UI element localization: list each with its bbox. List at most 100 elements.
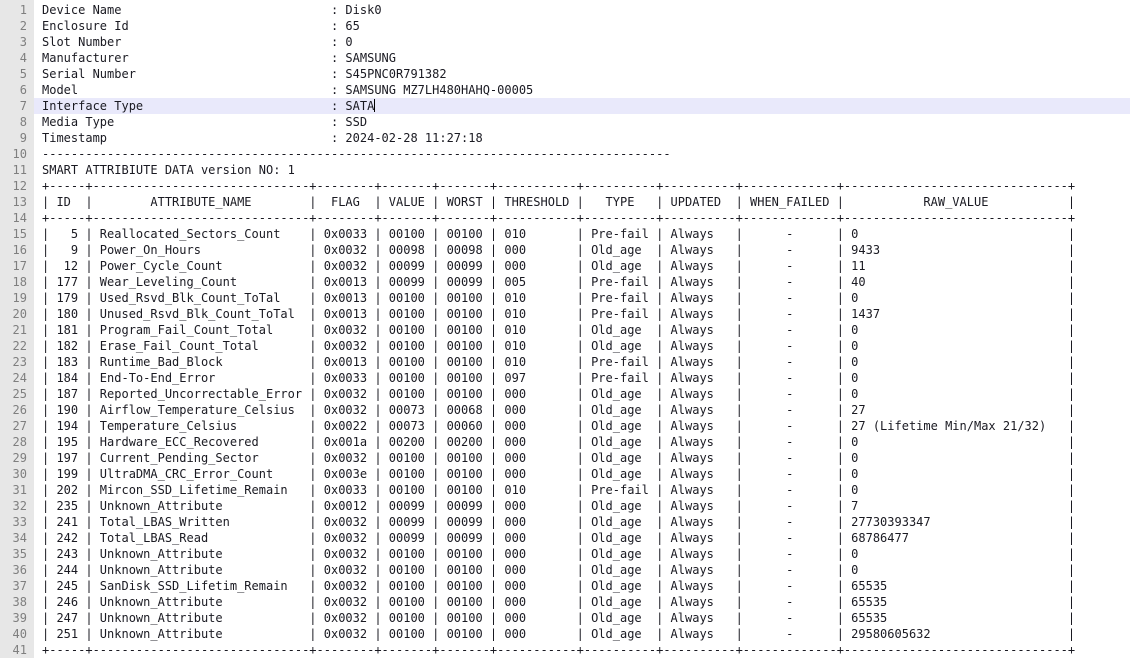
line-text[interactable]: Device Name : Disk0 [34,2,1130,18]
line-number[interactable]: 40 [0,626,34,642]
line-text[interactable]: ----------------------------------------… [34,146,1130,162]
line-number[interactable]: 26 [0,402,34,418]
line-text[interactable]: | 247 | Unknown_Attribute | 0x0032 | 001… [34,610,1130,626]
line-number[interactable]: 2 [0,18,34,34]
line-text[interactable]: +-----+------------------------------+--… [34,210,1130,226]
line-number[interactable]: 12 [0,178,34,194]
line-number[interactable]: 30 [0,466,34,482]
editor-line-30[interactable]: 30| 199 | UltraDMA_CRC_Error_Count | 0x0… [0,466,1130,482]
line-number[interactable]: 35 [0,546,34,562]
line-text[interactable]: | 244 | Unknown_Attribute | 0x0032 | 001… [34,562,1130,578]
line-number[interactable]: 36 [0,562,34,578]
editor-line-41[interactable]: 41+-----+------------------------------+… [0,642,1130,658]
editor-line-8[interactable]: 8Media Type : SSD [0,114,1130,130]
editor-line-10[interactable]: 10--------------------------------------… [0,146,1130,162]
line-number[interactable]: 37 [0,578,34,594]
line-number[interactable]: 13 [0,194,34,210]
editor-line-21[interactable]: 21| 181 | Program_Fail_Count_Total | 0x0… [0,322,1130,338]
line-text[interactable]: Slot Number : 0 [34,34,1130,50]
editor-line-20[interactable]: 20| 180 | Unused_Rsvd_Blk_Count_ToTal | … [0,306,1130,322]
line-text[interactable]: | 179 | Used_Rsvd_Blk_Count_ToTal | 0x00… [34,290,1130,306]
line-text[interactable]: | 12 | Power_Cycle_Count | 0x0032 | 0009… [34,258,1130,274]
editor-line-28[interactable]: 28| 195 | Hardware_ECC_Recovered | 0x001… [0,434,1130,450]
editor-line-5[interactable]: 5Serial Number : S45PNC0R791382 [0,66,1130,82]
line-number[interactable]: 38 [0,594,34,610]
line-text[interactable]: | 9 | Power_On_Hours | 0x0032 | 00098 | … [34,242,1130,258]
line-number[interactable]: 23 [0,354,34,370]
current-line-text[interactable]: Interface Type : SATA [34,98,1130,114]
editor-line-12[interactable]: 12+-----+------------------------------+… [0,178,1130,194]
line-number[interactable]: 25 [0,386,34,402]
editor-line-33[interactable]: 33| 241 | Total_LBAS_Written | 0x0032 | … [0,514,1130,530]
line-text[interactable]: Enclosure Id : 65 [34,18,1130,34]
editor-line-4[interactable]: 4Manufacturer : SAMSUNG [0,50,1130,66]
line-number[interactable]: 39 [0,610,34,626]
line-number[interactable]: 22 [0,338,34,354]
editor-line-11[interactable]: 11SMART ATTRIBIUTE DATA version NO: 1 [0,162,1130,178]
line-number[interactable]: 33 [0,514,34,530]
line-text[interactable]: Serial Number : S45PNC0R791382 [34,66,1130,82]
editor-line-3[interactable]: 3Slot Number : 0 [0,34,1130,50]
line-number[interactable]: 29 [0,450,34,466]
line-number[interactable]: 14 [0,210,34,226]
line-number[interactable]: 20 [0,306,34,322]
line-text[interactable]: | 246 | Unknown_Attribute | 0x0032 | 001… [34,594,1130,610]
editor-line-13[interactable]: 13| ID | ATTRIBUTE_NAME | FLAG | VALUE |… [0,194,1130,210]
line-text[interactable]: | 190 | Airflow_Temperature_Celsius | 0x… [34,402,1130,418]
line-text[interactable]: | 180 | Unused_Rsvd_Blk_Count_ToTal | 0x… [34,306,1130,322]
line-number[interactable]: 3 [0,34,34,50]
line-text[interactable]: | 183 | Runtime_Bad_Block | 0x0013 | 001… [34,354,1130,370]
editor-line-38[interactable]: 38| 246 | Unknown_Attribute | 0x0032 | 0… [0,594,1130,610]
line-text[interactable]: | 243 | Unknown_Attribute | 0x0032 | 001… [34,546,1130,562]
line-text[interactable]: | 181 | Program_Fail_Count_Total | 0x003… [34,322,1130,338]
editor-line-35[interactable]: 35| 243 | Unknown_Attribute | 0x0032 | 0… [0,546,1130,562]
line-text[interactable]: +-----+------------------------------+--… [34,178,1130,194]
line-text[interactable]: Model : SAMSUNG MZ7LH480HAHQ-00005 [34,82,1130,98]
editor-line-16[interactable]: 16| 9 | Power_On_Hours | 0x0032 | 00098 … [0,242,1130,258]
line-text[interactable]: | 194 | Temperature_Celsius | 0x0022 | 0… [34,418,1130,434]
line-number[interactable]: 15 [0,226,34,242]
line-number[interactable]: 19 [0,290,34,306]
line-text[interactable]: | 195 | Hardware_ECC_Recovered | 0x001a … [34,434,1130,450]
line-number[interactable]: 18 [0,274,34,290]
line-number[interactable]: 21 [0,322,34,338]
line-number[interactable]: 31 [0,482,34,498]
editor-line-31[interactable]: 31| 202 | Mircon_SSD_Lifetime_Remain | 0… [0,482,1130,498]
line-text[interactable]: | 177 | Wear_Leveling_Count | 0x0013 | 0… [34,274,1130,290]
editor-line-34[interactable]: 34| 242 | Total_LBAS_Read | 0x0032 | 000… [0,530,1130,546]
line-number[interactable]: 5 [0,66,34,82]
line-number[interactable]: 28 [0,434,34,450]
line-number[interactable]: 10 [0,146,34,162]
editor-line-7[interactable]: 7Interface Type : SATA [0,98,1130,114]
line-number[interactable]: 7 [0,98,34,114]
editor-line-2[interactable]: 2Enclosure Id : 65 [0,18,1130,34]
editor-line-17[interactable]: 17| 12 | Power_Cycle_Count | 0x0032 | 00… [0,258,1130,274]
line-number[interactable]: 27 [0,418,34,434]
editor-line-9[interactable]: 9Timestamp : 2024-02-28 11:27:18 [0,130,1130,146]
editor-line-29[interactable]: 29| 197 | Current_Pending_Sector | 0x003… [0,450,1130,466]
editor-line-14[interactable]: 14+-----+------------------------------+… [0,210,1130,226]
editor-line-32[interactable]: 32| 235 | Unknown_Attribute | 0x0012 | 0… [0,498,1130,514]
line-text[interactable]: | 202 | Mircon_SSD_Lifetime_Remain | 0x0… [34,482,1130,498]
editor-line-1[interactable]: 1Device Name : Disk0 [0,2,1130,18]
line-text[interactable]: | 242 | Total_LBAS_Read | 0x0032 | 00099… [34,530,1130,546]
editor-line-40[interactable]: 40| 251 | Unknown_Attribute | 0x0032 | 0… [0,626,1130,642]
editor-line-15[interactable]: 15| 5 | Reallocated_Sectors_Count | 0x00… [0,226,1130,242]
line-number[interactable]: 16 [0,242,34,258]
line-number[interactable]: 24 [0,370,34,386]
line-text[interactable]: | 199 | UltraDMA_CRC_Error_Count | 0x003… [34,466,1130,482]
line-text[interactable]: | 245 | SanDisk_SSD_Lifetim_Remain | 0x0… [34,578,1130,594]
line-text[interactable]: | 241 | Total_LBAS_Written | 0x0032 | 00… [34,514,1130,530]
line-text[interactable]: | 184 | End-To-End_Error | 0x0033 | 0010… [34,370,1130,386]
line-text[interactable]: | 187 | Reported_Uncorrectable_Error | 0… [34,386,1130,402]
line-text[interactable]: Media Type : SSD [34,114,1130,130]
line-text[interactable]: | 197 | Current_Pending_Sector | 0x0032 … [34,450,1130,466]
editor-line-6[interactable]: 6Model : SAMSUNG MZ7LH480HAHQ-00005 [0,82,1130,98]
editor-line-22[interactable]: 22| 182 | Erase_Fail_Count_Total | 0x003… [0,338,1130,354]
editor-line-37[interactable]: 37| 245 | SanDisk_SSD_Lifetim_Remain | 0… [0,578,1130,594]
line-text[interactable]: | 5 | Reallocated_Sectors_Count | 0x0033… [34,226,1130,242]
line-text[interactable]: | ID | ATTRIBUTE_NAME | FLAG | VALUE | W… [34,194,1130,210]
line-text[interactable]: Manufacturer : SAMSUNG [34,50,1130,66]
editor-line-23[interactable]: 23| 183 | Runtime_Bad_Block | 0x0013 | 0… [0,354,1130,370]
line-text[interactable]: | 251 | Unknown_Attribute | 0x0032 | 001… [34,626,1130,642]
